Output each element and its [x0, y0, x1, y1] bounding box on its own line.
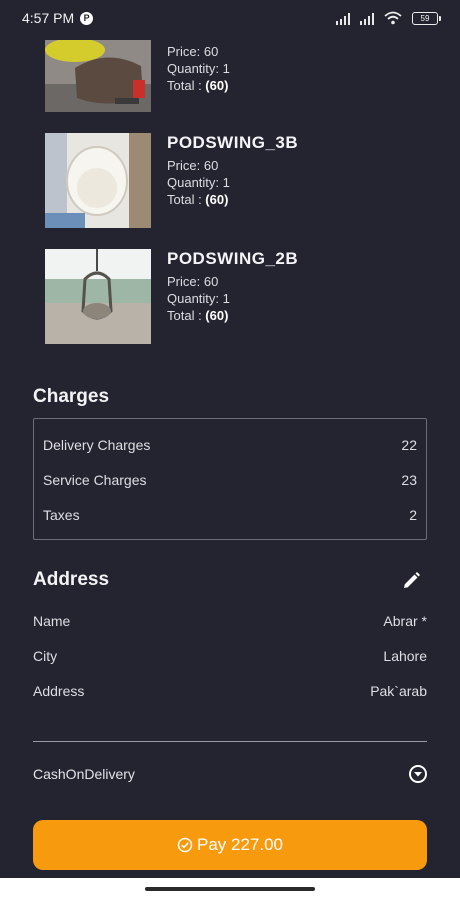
product-info: PODSWING_2B Price: 60 Quantity: 1 Total … — [167, 249, 298, 324]
product-quantity: Quantity: 1 — [167, 61, 230, 76]
payment-method-label: CashOnDelivery — [33, 766, 135, 782]
charge-value: 2 — [409, 507, 417, 523]
address-title: Address — [33, 569, 110, 590]
charge-label: Service Charges — [43, 472, 147, 488]
status-bar: 4:57 PM P 59 — [0, 0, 460, 36]
cart-item: Price: 60 Quantity: 1 Total : (60) — [45, 40, 445, 112]
charge-value: 22 — [401, 437, 417, 453]
address-label: City — [33, 648, 58, 664]
signal-icon — [336, 12, 350, 25]
product-price: Price: 60 — [167, 158, 219, 173]
pay-button-label: Pay 227.00 — [196, 835, 283, 854]
pouf-chair-photo — [45, 40, 151, 112]
product-price: Price: 60 — [167, 274, 219, 289]
product-total-value: (60) — [205, 78, 229, 93]
charge-row-delivery: Delivery Charges 22 — [43, 437, 417, 453]
check-circle-icon — [177, 837, 193, 853]
product-quantity: Quantity: 1 — [167, 175, 230, 190]
charge-value: 23 — [401, 472, 417, 488]
cart-item: PODSWING_2B Price: 60 Quantity: 1 Total … — [45, 249, 445, 344]
charges-title: Charges — [33, 386, 110, 407]
product-price: Price: 60 — [167, 44, 219, 59]
product-quantity: Quantity: 1 — [167, 291, 230, 306]
charge-label: Taxes — [43, 507, 80, 523]
product-info: Price: 60 Quantity: 1 Total : (60) — [167, 43, 230, 94]
charge-label: Delivery Charges — [43, 437, 151, 453]
product-info: PODSWING_3B Price: 60 Quantity: 1 Total … — [167, 133, 298, 208]
system-navigation-bar — [0, 878, 460, 900]
home-indicator[interactable] — [145, 887, 315, 891]
payment-method-select[interactable]: CashOnDelivery — [33, 762, 427, 786]
signal-icon-2 — [360, 12, 374, 25]
status-right: 59 — [336, 11, 441, 25]
address-value: Pak`arab — [370, 683, 427, 699]
status-left: 4:57 PM P — [22, 10, 94, 26]
product-title: PODSWING_3B — [167, 133, 299, 152]
charges-box: Delivery Charges 22 Service Charges 23 T… — [33, 418, 427, 540]
divider — [33, 741, 427, 742]
address-value: Abrar * — [383, 613, 427, 629]
status-time: 4:57 PM — [22, 10, 75, 26]
pod-swing-white-photo — [45, 133, 151, 228]
product-image — [45, 40, 151, 112]
wifi-icon — [384, 11, 402, 25]
product-total: Total : (60) — [167, 308, 229, 323]
product-total-value: (60) — [205, 308, 229, 323]
product-total: Total : (60) — [167, 78, 229, 93]
charge-row-service: Service Charges 23 — [43, 472, 417, 488]
product-title: PODSWING_2B — [167, 249, 299, 268]
app-notification-icon: P — [80, 11, 94, 25]
pod-swing-hanging-photo — [45, 249, 151, 344]
chevron-down-circle-icon[interactable] — [409, 765, 427, 783]
battery-icon: 59 — [412, 11, 441, 25]
charge-row-taxes: Taxes 2 — [43, 507, 417, 523]
product-image — [45, 133, 151, 228]
address-row-name: Name Abrar * — [33, 613, 427, 629]
pencil-icon[interactable] — [401, 571, 421, 591]
address-row-address: Address Pak`arab — [33, 683, 427, 699]
product-total: Total : (60) — [167, 192, 229, 207]
address-value: Lahore — [383, 648, 427, 664]
address-label: Name — [33, 613, 71, 629]
cart-item: PODSWING_3B Price: 60 Quantity: 1 Total … — [45, 133, 445, 228]
product-total-value: (60) — [205, 192, 229, 207]
pay-button[interactable]: Pay 227.00 — [33, 820, 427, 870]
address-label: Address — [33, 683, 85, 699]
product-image — [45, 249, 151, 344]
address-row-city: City Lahore — [33, 648, 427, 664]
